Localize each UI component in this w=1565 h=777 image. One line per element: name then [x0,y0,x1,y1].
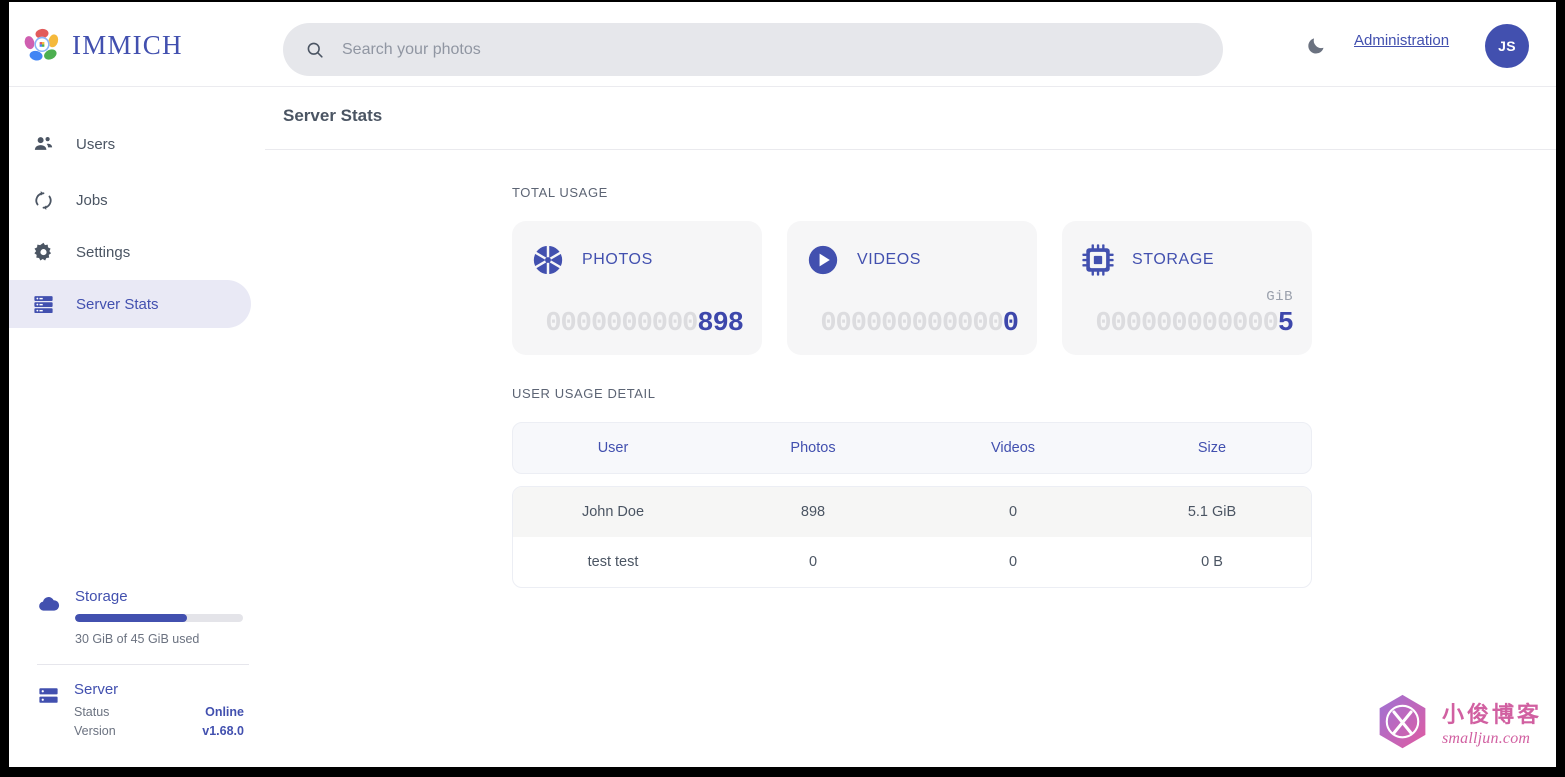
moon-icon [1307,37,1323,54]
server-status-row: Status Online [74,705,244,719]
storage-status: Storage 30 GiB of 45 GiB used [23,588,251,646]
stat-card-value: 898 [697,309,744,339]
cell-user: John Doe [581,504,645,520]
storage-title: Storage [75,588,128,605]
sidebar-item-settings[interactable]: Settings [9,228,251,276]
table-header-row: User Photos Videos Size [512,422,1312,474]
cell-videos: 0 [1008,554,1018,570]
server-version-row: Version v1.68.0 [74,724,244,738]
column-header-videos: Videos [990,440,1036,456]
chip-icon [1082,244,1114,276]
immich-flower-logo-icon [24,28,59,61]
administration-link[interactable]: Administration [1354,32,1449,49]
immich-app-window: IMMICH Administration JS [9,2,1556,767]
cell-size: 0 B [1201,554,1223,570]
search-input[interactable] [342,40,1162,59]
brand-logo[interactable]: IMMICH [23,26,183,64]
title-divider [265,149,1556,150]
table-row[interactable]: John Doe 898 0 5.1 GiB [513,487,1311,537]
sidebar-divider [37,664,249,665]
cell-photos: 0 [808,554,818,570]
sidebar-item-server-stats[interactable]: Server Stats [9,280,251,328]
table-row[interactable]: test test 0 0 0 B [513,537,1311,587]
sidebar-item-users[interactable]: Users [9,120,251,168]
avatar[interactable]: JS [1485,24,1529,68]
storage-progress-fill [75,614,188,622]
stat-card-leading-zeros: 0000000000 [545,309,698,339]
storage-progress-bar[interactable] [75,614,243,622]
total-usage-label: TOTAL USAGE [512,185,608,200]
stat-card-unit: GiB [1266,289,1293,305]
stat-card-value: 0 [1002,309,1019,339]
screenshot-frame: IMMICH Administration JS [0,0,1565,777]
column-header-photos: Photos [790,440,836,456]
column-header-size: Size [1197,440,1227,456]
stat-card-header: STORAGE [1081,243,1293,277]
user-usage-label: USER USAGE DETAIL [512,386,656,401]
server-status-value: Online [205,705,244,719]
server-title: Server [74,681,119,698]
server-version-key: Version [74,724,116,738]
server-status-key: Status [74,705,110,719]
sidebar: Users Jobs Settings Server Stats Storage… [9,88,265,767]
storage-caption: 30 GiB of 45 GiB used [75,632,200,646]
server-icon [39,688,58,703]
stat-card-title: VIDEOS [857,251,922,268]
watermark: 小俊博客 smalljun.com [1372,692,1542,753]
cloud-icon [39,597,60,611]
search-bar[interactable] [283,23,1223,76]
top-header: IMMICH Administration JS [9,2,1556,87]
stat-card-number: 0000000000898 [545,309,744,339]
cell-size: 5.1 GiB [1187,504,1237,520]
stat-card-number: 0000000000005 [1095,309,1294,339]
stat-card-header: VIDEOS [806,243,1018,277]
theme-toggle-button[interactable] [1300,29,1332,61]
brand-name: IMMICH [72,29,183,60]
column-header-user: User [597,440,629,456]
stat-card-leading-zeros: 000000000000 [820,309,1003,339]
stat-card-leading-zeros: 000000000000 [1095,309,1278,339]
stat-card-header: PHOTOS [531,243,743,277]
page-title: Server Stats [283,106,383,125]
gear-icon [34,242,52,260]
sidebar-item-label: Settings [76,243,131,261]
server-status: Server Status Online Version v1.68.0 [23,681,251,743]
user-usage-table: User Photos Videos Size John Doe 898 0 5… [512,422,1312,588]
stat-card-title: PHOTOS [582,251,653,268]
cell-videos: 0 [1008,504,1018,520]
aperture-icon [533,244,563,276]
stat-card-photos: PHOTOS 0000000000898 [512,221,762,355]
server-version-value: v1.68.0 [202,724,244,738]
user-usage-section: USER USAGE DETAIL User Photos Videos Siz… [512,386,1322,588]
stat-card-number: 0000000000000 [820,309,1019,339]
sidebar-item-label: Users [76,135,116,153]
watermark-text: 小俊博客 smalljun.com [1442,697,1542,748]
cell-user: test test [587,554,639,570]
stat-card-storage: STORAGE GiB 0000000000005 [1062,221,1312,355]
stat-card-videos: VIDEOS 0000000000000 [787,221,1037,355]
sidebar-nav: Users Jobs Settings Server Stats [9,88,265,328]
main-content: Server Stats TOTAL USAGE PHOTOS 00000000… [265,88,1556,767]
people-icon [34,136,53,150]
sidebar-item-label: Server Stats [76,295,159,313]
stats-content: TOTAL USAGE PHOTOS 0000000000898 VIDEOS … [512,185,1322,588]
search-icon [307,42,323,58]
play-circle-icon [808,245,838,275]
smalljun-hex-logo-icon [1379,694,1426,749]
cell-photos: 898 [800,504,826,520]
sidebar-footer: Storage 30 GiB of 45 GiB used Server Sta… [9,588,265,743]
stat-cards-row: PHOTOS 0000000000898 VIDEOS 000000000000… [512,221,1322,355]
server-icon [34,295,53,313]
sync-icon [35,190,52,210]
watermark-en: smalljun.com [1441,730,1531,747]
sidebar-item-label: Jobs [76,191,108,209]
table-body: John Doe 898 0 5.1 GiB test test 0 0 0 B [512,486,1312,588]
stat-card-value: 5 [1277,309,1294,339]
watermark-cn: 小俊博客 [1441,702,1542,727]
stat-card-title: STORAGE [1132,251,1215,268]
sidebar-item-jobs[interactable]: Jobs [9,176,251,224]
